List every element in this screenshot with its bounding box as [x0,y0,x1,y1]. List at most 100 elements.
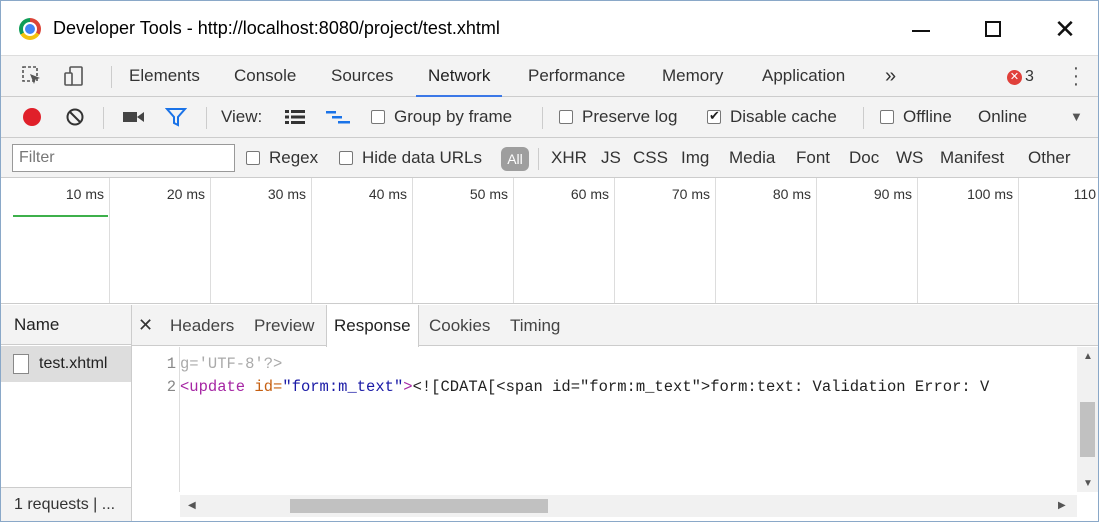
response-line-1: g='UTF-8'?> [180,355,283,373]
timeline-overview[interactable]: 10 ms 20 ms 30 ms 40 ms 50 ms 60 ms 70 m… [1,178,1098,304]
window-title: Developer Tools - http://localhost:8080/… [53,18,500,38]
device-toolbar-icon[interactable] [63,65,85,87]
xml-tag: <update [180,378,246,396]
filter-type-img[interactable]: Img [681,138,709,178]
tab-network[interactable]: Network [416,56,503,97]
waterfall-overview-icon[interactable] [325,109,351,125]
disable-cache-check[interactable] [707,107,721,125]
dropdown-arrow-icon[interactable]: ▼ [1070,97,1083,137]
hide-data-urls-check[interactable] [339,151,353,165]
timeline-column: 80 ms [716,178,817,303]
timeline-tick: 70 ms [671,186,710,202]
more-tabs-button[interactable]: » [885,56,896,97]
separator [103,107,104,129]
tab-application[interactable]: Application [762,56,845,97]
scroll-right-icon[interactable]: ▶ [1058,500,1066,511]
tab-performance[interactable]: Performance [528,56,625,97]
filter-type-manifest[interactable]: Manifest [940,138,1004,178]
preserve-log-checkbox[interactable]: Preserve log [559,97,677,137]
filter-type-css[interactable]: CSS [633,138,668,178]
filter-type-all[interactable]: All [501,147,529,171]
name-column-header[interactable]: Name [1,305,131,345]
panel-tab-bar: Elements Console Sources Network Perform… [1,55,1098,97]
clear-icon[interactable] [65,107,85,127]
filter-type-js[interactable]: JS [601,138,621,178]
separator [863,107,864,129]
timeline-column: 30 ms [211,178,312,303]
requests-pane: Name test.xhtml 1 requests | ... [1,305,132,521]
timeline-column: 110 [1019,178,1098,303]
offline-check[interactable] [880,110,894,124]
hide-data-urls-checkbox[interactable]: Hide data URLs [339,138,482,178]
tab-elements[interactable]: Elements [129,56,200,97]
timeline-column: 50 ms [413,178,514,303]
disable-cache-checkbox[interactable]: Disable cache [707,97,837,137]
filter-funnel-icon[interactable] [165,107,187,127]
regex-checkbox[interactable]: Regex [246,138,318,178]
tab-sources[interactable]: Sources [331,56,393,97]
close-icon: ✕ [1054,13,1076,44]
tab-memory[interactable]: Memory [662,56,723,97]
filter-type-xhr[interactable]: XHR [551,138,587,178]
tab-console[interactable]: Console [234,56,296,97]
line-number: 1 [166,355,176,373]
inspect-element-icon[interactable] [21,65,43,87]
view-label: View: [221,107,263,126]
devtools-window: Developer Tools - http://localhost:8080/… [0,0,1099,522]
timeline-column: 100 ms [918,178,1019,303]
error-counter[interactable]: ✕ 3 [1007,68,1034,86]
filter-bar: Regex Hide data URLs All XHR JS CSS Img … [1,138,1098,178]
timeline-tick: 50 ms [469,186,508,202]
group-by-frame-check[interactable] [371,110,385,124]
response-viewer[interactable]: 1 2 g='UTF-8'?> <update id="form:m_text"… [132,347,1077,492]
regex-check[interactable] [246,151,260,165]
close-detail-icon[interactable]: ✕ [138,305,153,345]
network-toolbar: View: Group by frame Preserve log Disabl… [1,97,1098,138]
close-window-button[interactable]: ✕ [1045,11,1085,47]
request-row[interactable]: test.xhtml [1,346,131,382]
error-count: 3 [1025,68,1034,85]
error-icon: ✕ [1007,69,1022,85]
maximize-button[interactable] [973,11,1013,47]
scroll-up-icon[interactable]: ▲ [1083,351,1093,362]
filter-type-doc[interactable]: Doc [849,138,879,178]
customize-menu-icon[interactable]: · · · [1071,58,1081,94]
vertical-scroll-thumb[interactable] [1080,402,1095,457]
tab-timing[interactable]: Timing [510,305,560,346]
timeline-tick: 60 ms [570,186,609,202]
large-rows-icon[interactable] [284,109,306,125]
detail-tab-bar: ✕ Headers Preview Response Cookies Timin… [132,305,1098,347]
filter-type-font[interactable]: Font [796,138,830,178]
timeline-column: 10 ms [9,178,110,303]
filter-input[interactable] [12,144,235,172]
timeline-tick: 20 ms [166,186,205,202]
offline-checkbox[interactable]: Offline [880,97,952,137]
disable-cache-label: Disable cache [730,107,837,126]
horizontal-scrollbar[interactable]: ◀ ▶ [180,495,1077,517]
throttling-select[interactable]: Online [978,97,1027,137]
vertical-scrollbar[interactable]: ▲ ▼ [1077,347,1098,492]
tab-preview[interactable]: Preview [254,305,314,346]
document-icon [13,354,29,374]
filter-type-ws[interactable]: WS [896,138,923,178]
screenshot-camera-icon[interactable] [122,109,146,125]
tab-response[interactable]: Response [326,305,419,347]
timeline-tick: 30 ms [267,186,306,202]
request-name: test.xhtml [39,355,108,372]
filter-type-media[interactable]: Media [729,138,775,178]
scroll-left-icon[interactable]: ◀ [188,500,196,511]
tab-cookies[interactable]: Cookies [429,305,490,346]
group-by-frame-checkbox[interactable]: Group by frame [371,97,512,137]
tab-headers[interactable]: Headers [170,305,234,346]
xml-tag-close: > [403,378,413,396]
horizontal-scroll-thumb[interactable] [290,499,548,513]
separator [111,66,112,88]
record-icon[interactable] [22,107,42,127]
title-bar: Developer Tools - http://localhost:8080/… [1,1,1098,55]
requests-status: 1 requests | ... [1,487,131,521]
hide-data-urls-label: Hide data URLs [362,148,483,167]
scroll-down-icon[interactable]: ▼ [1083,478,1093,489]
minimize-button[interactable] [901,11,941,47]
preserve-log-check[interactable] [559,110,573,124]
filter-type-other[interactable]: Other [1028,138,1071,178]
